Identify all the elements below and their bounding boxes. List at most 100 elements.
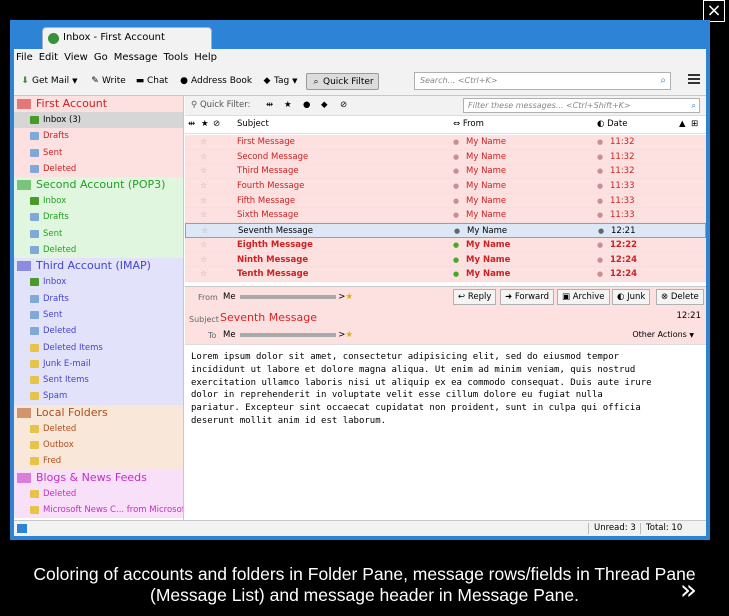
- read-status-icon[interactable]: ●: [453, 135, 459, 150]
- column-picker-icon[interactable]: ⊞: [691, 116, 698, 133]
- folder-account[interactable]: Blogs & News Feeds: [14, 469, 183, 486]
- folder-item[interactable]: Deleted: [14, 323, 183, 340]
- folder-item[interactable]: Deleted Items: [14, 339, 183, 356]
- other-actions-menu[interactable]: Other Actions ▼: [632, 330, 694, 339]
- menu-item-help[interactable]: Help: [194, 52, 217, 63]
- star-icon[interactable]: ★: [345, 330, 353, 340]
- junk-status-icon[interactable]: ●: [598, 224, 604, 239]
- folder-item[interactable]: Deleted: [14, 420, 183, 438]
- table-row[interactable]: ☆ Sixth Message ● My Name ● 11:33: [185, 208, 706, 224]
- table-row[interactable]: ☆ First Message ● My Name ● 11:32: [185, 135, 706, 150]
- menu-item-edit[interactable]: Edit: [39, 52, 58, 63]
- folder-item[interactable]: Deleted: [14, 160, 183, 178]
- menu-item-file[interactable]: File: [16, 52, 33, 63]
- folder-item[interactable]: Sent: [14, 144, 183, 161]
- folder-item[interactable]: Spam: [14, 388, 183, 405]
- to-value[interactable]: Me >★: [223, 330, 353, 340]
- star-icon[interactable]: ☆: [200, 135, 207, 150]
- from-value[interactable]: Me >★: [223, 292, 353, 302]
- contact-filter-icon[interactable]: ●: [303, 100, 310, 110]
- thread-filter-icon[interactable]: ⇹: [266, 100, 273, 110]
- star-icon[interactable]: ☆: [200, 208, 207, 223]
- junk-status-icon[interactable]: ●: [597, 253, 603, 268]
- junk-button[interactable]: ◐ Junk: [612, 289, 651, 305]
- junk-status-icon[interactable]: ●: [597, 208, 603, 223]
- read-status-icon[interactable]: ●: [453, 194, 459, 209]
- folder-account[interactable]: Local Folders: [14, 404, 183, 421]
- star-column-icon[interactable]: ★: [201, 116, 209, 133]
- folder-item[interactable]: Deleted: [14, 485, 183, 502]
- online-status-icon[interactable]: [17, 524, 27, 533]
- table-row[interactable]: ☆ Eighth Message ● My Name ● 12:22: [185, 237, 706, 253]
- folder-item[interactable]: Microsoft News C... from Microsoft: [14, 501, 183, 519]
- from-column-header[interactable]: ⇔ From: [453, 116, 484, 133]
- chevron-down-icon[interactable]: ▼: [72, 77, 77, 85]
- delete-button[interactable]: ⊗ Delete: [656, 289, 704, 305]
- folder-item[interactable]: Inbox: [14, 193, 183, 210]
- read-status-icon[interactable]: ●: [453, 179, 459, 194]
- table-row[interactable]: ☆ Seventh Message ● My Name ● 12:21: [185, 223, 706, 238]
- table-row[interactable]: ☆ Third Message ● My Name ● 11:32: [185, 164, 706, 180]
- folder-account[interactable]: Second Account (POP3): [14, 177, 183, 194]
- forward-button[interactable]: ➜ Forward: [500, 289, 555, 305]
- folder-account[interactable]: Third Account (IMAP): [14, 258, 183, 275]
- star-filter-icon[interactable]: ★: [284, 100, 292, 110]
- star-icon[interactable]: ☆: [200, 238, 207, 253]
- tab-inbox[interactable]: Inbox - First Account: [42, 27, 212, 49]
- read-status-icon[interactable]: ●: [454, 224, 460, 239]
- address-book-button[interactable]: ● Address Book: [179, 73, 252, 90]
- table-row[interactable]: ☆ Fourth Message ● My Name ● 11:33: [185, 179, 706, 194]
- date-column-header[interactable]: ◐ Date: [597, 116, 627, 133]
- thread-column-icon[interactable]: ⇹: [188, 116, 195, 133]
- junk-status-icon[interactable]: ●: [597, 194, 603, 209]
- star-icon[interactable]: ☆: [200, 164, 207, 179]
- table-row[interactable]: ☆ Second Message ● My Name ● 11:32: [185, 149, 706, 165]
- folder-item[interactable]: Drafts: [14, 128, 183, 145]
- table-row[interactable]: ☆ Tenth Message ● My Name ● 12:24: [185, 267, 706, 282]
- next-slide-icon[interactable]: »: [680, 576, 697, 604]
- attachment-column-icon[interactable]: ⊘: [213, 116, 220, 133]
- folder-item[interactable]: Fred: [14, 453, 183, 470]
- tag-filter-icon[interactable]: ◆: [321, 100, 328, 110]
- menu-item-message[interactable]: Message: [114, 52, 158, 63]
- folder-item[interactable]: Inbox (3): [14, 112, 183, 129]
- folder-item[interactable]: Deleted: [14, 242, 183, 259]
- junk-status-icon[interactable]: ●: [597, 135, 603, 150]
- folder-account[interactable]: First Account: [14, 96, 183, 112]
- close-icon[interactable]: ×: [703, 0, 725, 22]
- junk-status-icon[interactable]: ●: [597, 164, 603, 179]
- hamburger-menu-icon[interactable]: [688, 74, 700, 86]
- search-input[interactable]: Search... <Ctrl+K> ⌕: [414, 72, 671, 90]
- junk-status-icon[interactable]: ●: [597, 150, 603, 165]
- quick-filter-button[interactable]: ⌕ Quick Filter: [306, 73, 379, 90]
- junk-status-icon[interactable]: ●: [597, 179, 603, 194]
- folder-item[interactable]: Sent Items: [14, 372, 183, 389]
- get-mail-button[interactable]: ⬇ Get Mail ▼: [20, 73, 77, 90]
- read-status-icon[interactable]: ●: [453, 150, 459, 165]
- star-icon[interactable]: ☆: [200, 179, 207, 194]
- read-status-icon[interactable]: ●: [453, 267, 459, 282]
- star-icon[interactable]: ☆: [200, 267, 207, 282]
- attachment-filter-icon[interactable]: ⊘: [340, 100, 347, 110]
- read-status-icon[interactable]: ●: [453, 238, 459, 253]
- read-status-icon[interactable]: ●: [453, 208, 459, 223]
- folder-item[interactable]: Drafts: [14, 209, 183, 226]
- folder-item[interactable]: Sent: [14, 306, 183, 324]
- menu-item-tools[interactable]: Tools: [164, 52, 189, 63]
- star-icon[interactable]: ☆: [200, 253, 207, 268]
- folder-item[interactable]: Outbox: [14, 437, 183, 454]
- filter-messages-input[interactable]: Filter these messages... <Ctrl+Shift+K> ⌕: [463, 98, 700, 113]
- menu-item-view[interactable]: View: [64, 52, 88, 63]
- star-icon[interactable]: ☆: [200, 194, 207, 209]
- chat-button[interactable]: ▬ Chat: [135, 73, 168, 90]
- tag-button[interactable]: ◆ Tag ▼: [262, 73, 298, 90]
- folder-item[interactable]: Drafts: [14, 290, 183, 307]
- junk-status-icon[interactable]: ●: [597, 238, 603, 253]
- table-row[interactable]: ☆ Ninth Message ● My Name ● 12:24: [185, 252, 706, 268]
- write-button[interactable]: ✎ Write: [90, 73, 126, 90]
- star-icon[interactable]: ☆: [200, 150, 207, 165]
- star-icon[interactable]: ★: [345, 292, 353, 302]
- folder-item[interactable]: Inbox: [14, 274, 183, 291]
- read-status-icon[interactable]: ●: [453, 164, 459, 179]
- archive-button[interactable]: ▣ Archive: [557, 289, 610, 305]
